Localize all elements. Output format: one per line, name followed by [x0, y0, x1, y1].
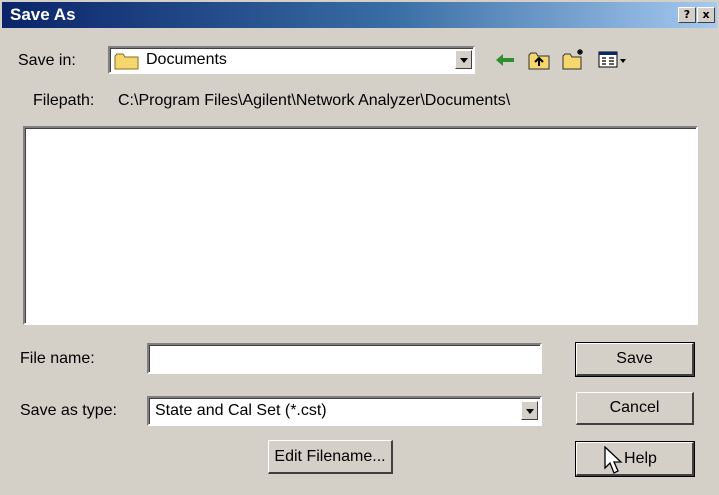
mouse-cursor-icon — [604, 446, 623, 474]
file-list[interactable] — [23, 126, 698, 325]
close-icon: x — [702, 8, 710, 21]
file-name-label: File name: — [20, 350, 95, 367]
question-icon: ? — [683, 8, 691, 21]
save-as-type-value: State and Cal Set (*.cst) — [155, 402, 327, 419]
help-button-label: Help — [624, 450, 657, 467]
cancel-button[interactable]: Cancel — [576, 392, 694, 425]
edit-filename-button-label: Edit Filename... — [274, 448, 386, 465]
save-as-type-label: Save as type: — [20, 402, 117, 419]
file-name-input[interactable] — [147, 343, 542, 374]
help-button[interactable]: Help — [575, 441, 695, 477]
edit-filename-button[interactable]: Edit Filename... — [268, 440, 393, 474]
up-one-level-icon[interactable] — [528, 50, 550, 70]
cancel-button-label: Cancel — [609, 399, 660, 416]
new-folder-icon[interactable] — [562, 47, 586, 71]
save-in-label: Save in: — [18, 52, 76, 69]
folder-icon — [114, 53, 139, 70]
help-title-button[interactable]: ? — [678, 7, 696, 23]
save-as-type-dropdown[interactable]: State and Cal Set (*.cst) — [147, 396, 542, 426]
save-button-label: Save — [616, 350, 653, 367]
save-in-dropdown-arrow[interactable] — [455, 50, 472, 69]
back-arrow-icon[interactable] — [494, 52, 516, 68]
save-in-value: Documents — [146, 51, 227, 68]
filepath-value: C:\Program Files\Agilent\Network Analyze… — [118, 92, 511, 109]
save-button[interactable]: Save — [575, 342, 695, 377]
window-title: Save As — [10, 5, 76, 24]
view-menu-icon[interactable] — [598, 51, 628, 69]
save-in-dropdown[interactable]: Documents — [108, 46, 475, 74]
save-as-type-dropdown-arrow[interactable] — [521, 401, 538, 420]
close-button[interactable]: x — [697, 7, 715, 23]
save-as-dialog: Save As ? x Save in: Documents Filepath:… — [0, 0, 719, 495]
filepath-label: Filepath: — [33, 92, 95, 109]
title-bar[interactable]: Save As ? x — [2, 2, 717, 28]
